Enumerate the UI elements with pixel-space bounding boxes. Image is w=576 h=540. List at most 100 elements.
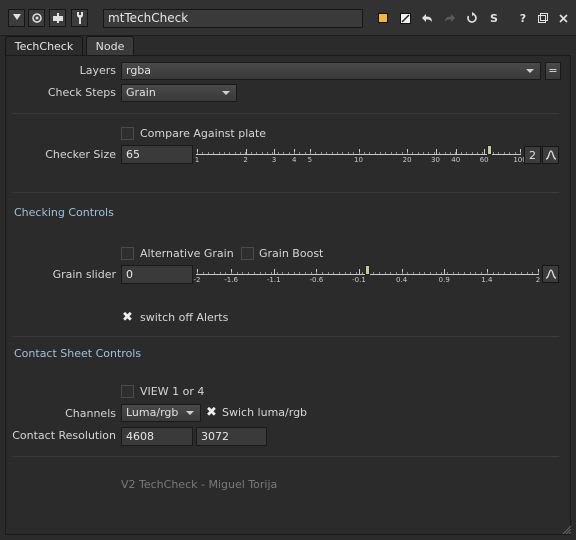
checker-slider-tick-label: 1	[194, 156, 200, 164]
grain-slider-minor-tick	[310, 272, 312, 274]
grain-slider[interactable]: -2 -1.6 -1.1 -0.6 -0.1 0.4 0.9 1.4 2	[194, 263, 540, 285]
checker-slider-track	[196, 154, 521, 155]
reset-icon[interactable]	[464, 10, 480, 26]
checker-slider-minor-tick	[471, 152, 473, 154]
layers-eq-button[interactable]: =	[545, 62, 561, 80]
grain-slider-minor-tick	[430, 272, 432, 274]
checker-slider-minor-tick	[412, 152, 414, 154]
view-1-or-4-checkbox[interactable]	[121, 385, 134, 398]
wrench-icon[interactable]	[71, 9, 88, 27]
script-icon[interactable]: S	[486, 10, 502, 26]
compare-label: Compare Against plate	[140, 127, 267, 140]
properties-panel	[5, 55, 571, 535]
grain-slider-minor-tick	[236, 272, 238, 274]
checker-slider-minor-tick	[503, 152, 505, 154]
grain-slider-input[interactable]: 0	[121, 265, 193, 284]
checker-slider-tick-label: 2	[243, 156, 248, 164]
checker-slider-tick-label: 30	[431, 156, 441, 164]
grain-slider-minor-tick	[395, 272, 397, 274]
undo-icon[interactable]	[419, 10, 435, 26]
close-icon[interactable]	[555, 10, 571, 26]
checker-slider-minor-tick	[240, 152, 242, 154]
checker-slider-minor-tick	[428, 152, 430, 154]
checker-slider-minor-tick	[283, 152, 285, 154]
grain-slider-minor-tick	[259, 272, 261, 274]
grain-slider-tick-label: -1.6	[224, 276, 238, 284]
checker-slider-tick	[274, 149, 276, 154]
dimension-button[interactable]: 2	[524, 146, 541, 164]
checker-slider-minor-tick	[433, 152, 435, 154]
checker-slider-minor-tick	[401, 152, 403, 154]
checker-slider-minor-tick	[347, 152, 349, 154]
check-steps-dropdown[interactable]: Grain	[121, 84, 237, 102]
alternative-grain-checkbox[interactable]	[121, 247, 134, 260]
grain-slider-tick-label: -0.6	[309, 276, 324, 284]
grain-slider-minor-tick	[378, 272, 380, 274]
grain-slider-minor-tick	[287, 272, 289, 274]
redo-icon[interactable]	[442, 10, 458, 26]
checker-slider-minor-tick	[460, 152, 462, 154]
checker-slider-minor-tick	[315, 152, 317, 154]
resolution-height-input[interactable]: 3072	[196, 427, 267, 446]
resolution-width-input[interactable]: 4608	[121, 427, 193, 446]
checker-slider-handle[interactable]	[486, 145, 492, 155]
checker-slider-minor-tick	[266, 152, 268, 154]
layers-dropdown[interactable]: rgba	[121, 62, 541, 80]
compare-checkbox[interactable]	[121, 127, 134, 140]
animation-curve-icon[interactable]	[542, 146, 559, 164]
checker-slider-minor-tick	[234, 152, 236, 154]
color-swatch-icon[interactable]	[375, 10, 391, 26]
grain-slider-minor-tick	[526, 272, 528, 274]
grain-slider-minor-tick	[208, 272, 210, 274]
chevron-down-icon	[222, 91, 230, 95]
resize-grip-icon[interactable]	[560, 523, 572, 535]
checker-slider-minor-tick	[229, 152, 231, 154]
grain-slider-minor-tick	[441, 272, 443, 274]
grain-slider-minor-tick	[339, 272, 341, 274]
channels-dropdown[interactable]: Luma/rgb	[121, 404, 201, 422]
grain-slider-minor-tick	[401, 272, 403, 274]
checker-slider-minor-tick	[509, 152, 511, 154]
node-color-icon[interactable]	[49, 9, 66, 27]
swich-luma-checkbox[interactable]: ✖	[205, 406, 218, 419]
grain-slider-tick-label: 0.9	[438, 276, 450, 284]
grain-boost-checkbox[interactable]	[241, 247, 254, 260]
node-name-field[interactable]: mtTechCheck	[103, 9, 363, 28]
tab-techcheck[interactable]: TechCheck	[5, 36, 83, 56]
grain-slider-minor-tick	[231, 272, 233, 274]
checker-slider-minor-tick	[482, 152, 484, 154]
grain-slider-minor-tick	[486, 272, 488, 274]
grain-slider-minor-tick	[447, 272, 449, 274]
grain-slider-minor-tick	[458, 272, 460, 274]
checker-size-input[interactable]: 65	[121, 145, 193, 164]
panel-toggle-icon[interactable]	[8, 9, 25, 27]
edit-icon[interactable]	[397, 10, 413, 26]
view-icon[interactable]	[28, 9, 45, 27]
divider	[12, 113, 559, 114]
grain-slider-minor-tick	[424, 272, 426, 274]
checker-slider-minor-tick	[493, 152, 495, 154]
switch-alerts-checkbox[interactable]: ✖	[121, 311, 134, 324]
help-icon[interactable]: ?	[515, 10, 531, 26]
grain-slider-tick-label: -0.1	[352, 276, 366, 284]
animation-curve-icon[interactable]	[542, 265, 559, 283]
grain-slider-tick-label: 0.4	[396, 276, 408, 284]
grain-slider-minor-tick	[412, 272, 414, 274]
checker-slider-minor-tick	[466, 152, 468, 154]
checker-slider-tick-label: 4	[291, 156, 297, 164]
alternative-grain-label: Alternative Grain	[140, 247, 234, 260]
checker-slider-tick-label: 20	[402, 156, 412, 164]
checker-slider-minor-tick	[385, 152, 387, 154]
grain-slider-minor-tick	[265, 272, 267, 274]
checker-slider-minor-tick	[197, 152, 198, 154]
checker-slider-minor-tick	[256, 152, 258, 154]
tab-node[interactable]: Node	[86, 36, 134, 56]
checking-controls-title: Checking Controls	[14, 206, 114, 219]
checker-size-slider[interactable]: 1 2 3 4 5 10 20 30 40 60 100	[194, 143, 527, 165]
float-icon[interactable]	[535, 10, 551, 26]
grain-slider-handle[interactable]	[364, 265, 370, 275]
checker-slider-tick-label: 5	[307, 156, 313, 164]
checker-slider-minor-tick	[202, 152, 204, 154]
grain-slider-minor-tick	[452, 272, 454, 274]
checker-slider-minor-tick	[520, 152, 521, 154]
